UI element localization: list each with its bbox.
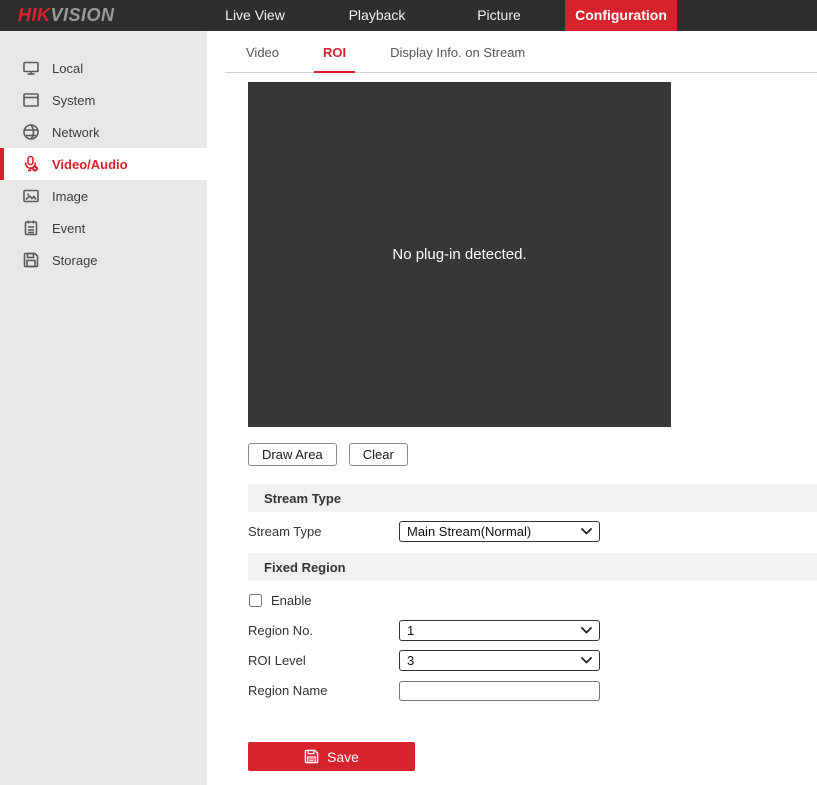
tab-display-info-on-stream[interactable]: Display Info. on Stream [381, 45, 534, 72]
region-name-label: Region Name [248, 683, 328, 698]
storage-floppy-icon [22, 251, 40, 269]
save-row: Save [248, 742, 817, 771]
enable-label: Enable [271, 593, 312, 608]
stream-type-section-header: Stream Type [248, 484, 817, 512]
sidebar-item-network[interactable]: Network [0, 116, 207, 148]
sidebar-item-label: Image [52, 188, 89, 204]
stream-type-label: Stream Type [248, 524, 322, 539]
roi-level-select[interactable]: 3 [399, 650, 600, 671]
save-button[interactable]: Save [248, 742, 415, 771]
fixed-region-section-title: Fixed Region [264, 559, 346, 575]
sidebar-item-system[interactable]: System [0, 84, 207, 116]
top-nav: Live View Playback Picture Configuration [199, 0, 677, 31]
sidebar-item-label: Storage [52, 252, 98, 268]
roi-settings-panel: No plug-in detected. Draw Area Clear Str… [207, 82, 817, 771]
sidebar-item-label: Local [52, 60, 84, 76]
region-name-row: Region Name [248, 680, 817, 701]
chevron-down-icon [581, 657, 592, 664]
event-notepad-icon [22, 219, 40, 237]
logo-hik-text: HIK [18, 5, 51, 25]
roi-level-row: ROI Level 3 [248, 650, 817, 671]
logo-vision-text: VISION [50, 5, 115, 25]
enable-checkbox[interactable] [249, 594, 262, 607]
nav-picture[interactable]: Picture [443, 0, 555, 31]
sidebar-item-label: Network [52, 124, 100, 140]
top-bar: HIK VISION Live View Playback Picture Con… [0, 0, 817, 31]
region-no-select[interactable]: 1 [399, 620, 600, 641]
mic-av-icon [22, 155, 40, 173]
tab-bar: Video ROI Display Info. on Stream [225, 31, 817, 73]
hikvision-config-page: HIK VISION Live View Playback Picture Con… [0, 0, 817, 785]
sidebar-item-label: Video/Audio [52, 156, 128, 172]
sidebar: Local System Network Video/Audio Image E… [0, 31, 207, 785]
draw-area-button[interactable]: Draw Area [248, 443, 337, 466]
sidebar-item-storage[interactable]: Storage [0, 244, 207, 276]
nav-configuration[interactable]: Configuration [565, 0, 677, 31]
region-no-label: Region No. [248, 623, 314, 638]
tab-roi[interactable]: ROI [314, 45, 356, 73]
fixed-region-section-header: Fixed Region [248, 553, 817, 581]
roi-level-label: ROI Level [248, 653, 306, 668]
stream-type-row: Stream Type Main Stream(Normal) [248, 521, 817, 542]
sidebar-item-local[interactable]: Local [0, 52, 207, 84]
save-button-label: Save [327, 748, 359, 765]
stream-type-select[interactable]: Main Stream(Normal) [399, 521, 600, 542]
sidebar-item-label: Event [52, 220, 86, 236]
save-floppy-icon [304, 749, 319, 764]
monitor-icon [22, 59, 40, 77]
nav-playback[interactable]: Playback [321, 0, 433, 31]
globe-icon [22, 123, 40, 141]
stream-type-selected-value: Main Stream(Normal) [407, 524, 532, 539]
roi-level-selected-value: 3 [407, 653, 415, 668]
sidebar-item-event[interactable]: Event [0, 212, 207, 244]
enable-row: Enable [248, 590, 817, 611]
region-no-row: Region No. 1 [248, 620, 817, 641]
tab-video[interactable]: Video [237, 45, 288, 72]
chevron-down-icon [581, 627, 592, 634]
clear-button[interactable]: Clear [348, 443, 408, 466]
main-content: Video ROI Display Info. on Stream No plu… [207, 31, 817, 785]
window-icon [22, 91, 40, 109]
stream-type-section-title: Stream Type [264, 490, 342, 506]
chevron-down-icon [581, 528, 592, 535]
sidebar-item-video-audio[interactable]: Video/Audio [0, 148, 207, 180]
hikvision-logo: HIK VISION [18, 0, 115, 31]
video-preview-area: No plug-in detected. [248, 82, 671, 427]
draw-toolbar: Draw Area Clear [248, 443, 817, 466]
image-icon [22, 187, 40, 205]
region-name-input[interactable] [399, 680, 600, 701]
nav-live-view[interactable]: Live View [199, 0, 311, 31]
sidebar-item-label: System [52, 92, 96, 108]
no-plugin-message: No plug-in detected. [392, 246, 527, 263]
region-no-selected-value: 1 [407, 623, 415, 638]
sidebar-item-image[interactable]: Image [0, 180, 207, 212]
